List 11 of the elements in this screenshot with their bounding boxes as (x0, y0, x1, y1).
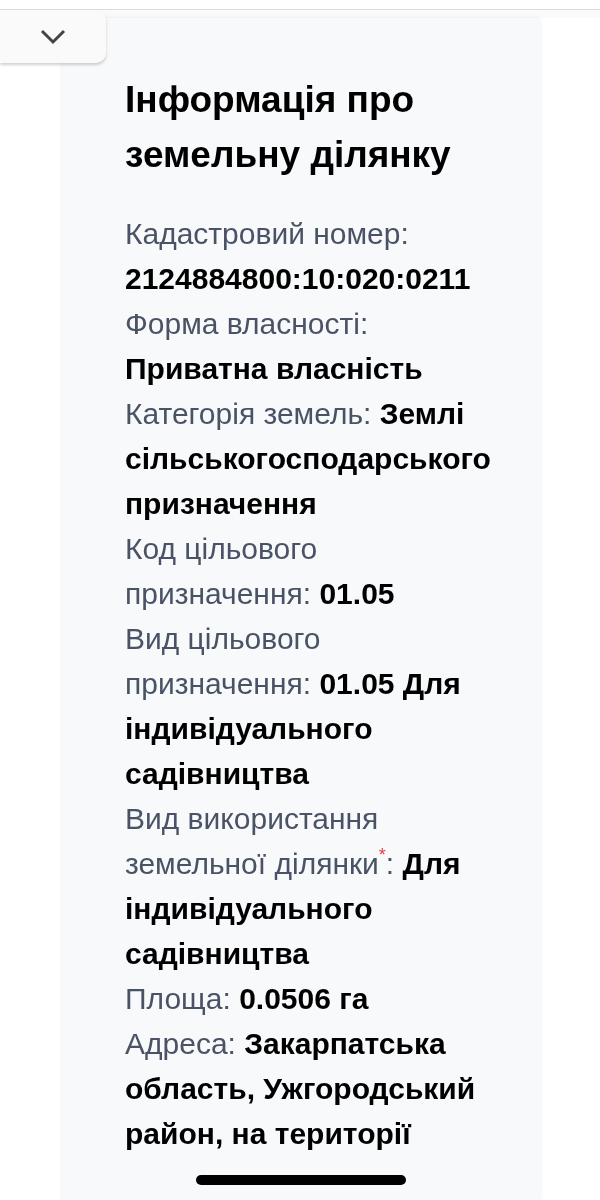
info-field: Код цільового призначення: 01.05 (125, 526, 499, 616)
info-field: Вид цільового призначення: 01.05 Для індивідуального садівництва (125, 616, 499, 796)
chevron-down-icon (40, 28, 66, 45)
info-field: Форма власності: Приватна власність (125, 301, 499, 391)
info-field: Категорія земель: Землі сільськогосподарського призначення (125, 391, 499, 526)
collapse-tab[interactable] (0, 10, 106, 63)
info-field: Площа: 0.0506 га (125, 976, 499, 1021)
info-field: Адреса: Закарпатська область, Ужгородський район, на території (125, 1021, 499, 1156)
card-title: Інформація про земельну ділянку (125, 78, 452, 177)
info-field: Кадастровий номер: 2124884800:10:020:0211 (125, 211, 499, 301)
info-field: Вид використання земельної ділянки$^{*}$: Для індивідуального садівництва (125, 796, 499, 976)
